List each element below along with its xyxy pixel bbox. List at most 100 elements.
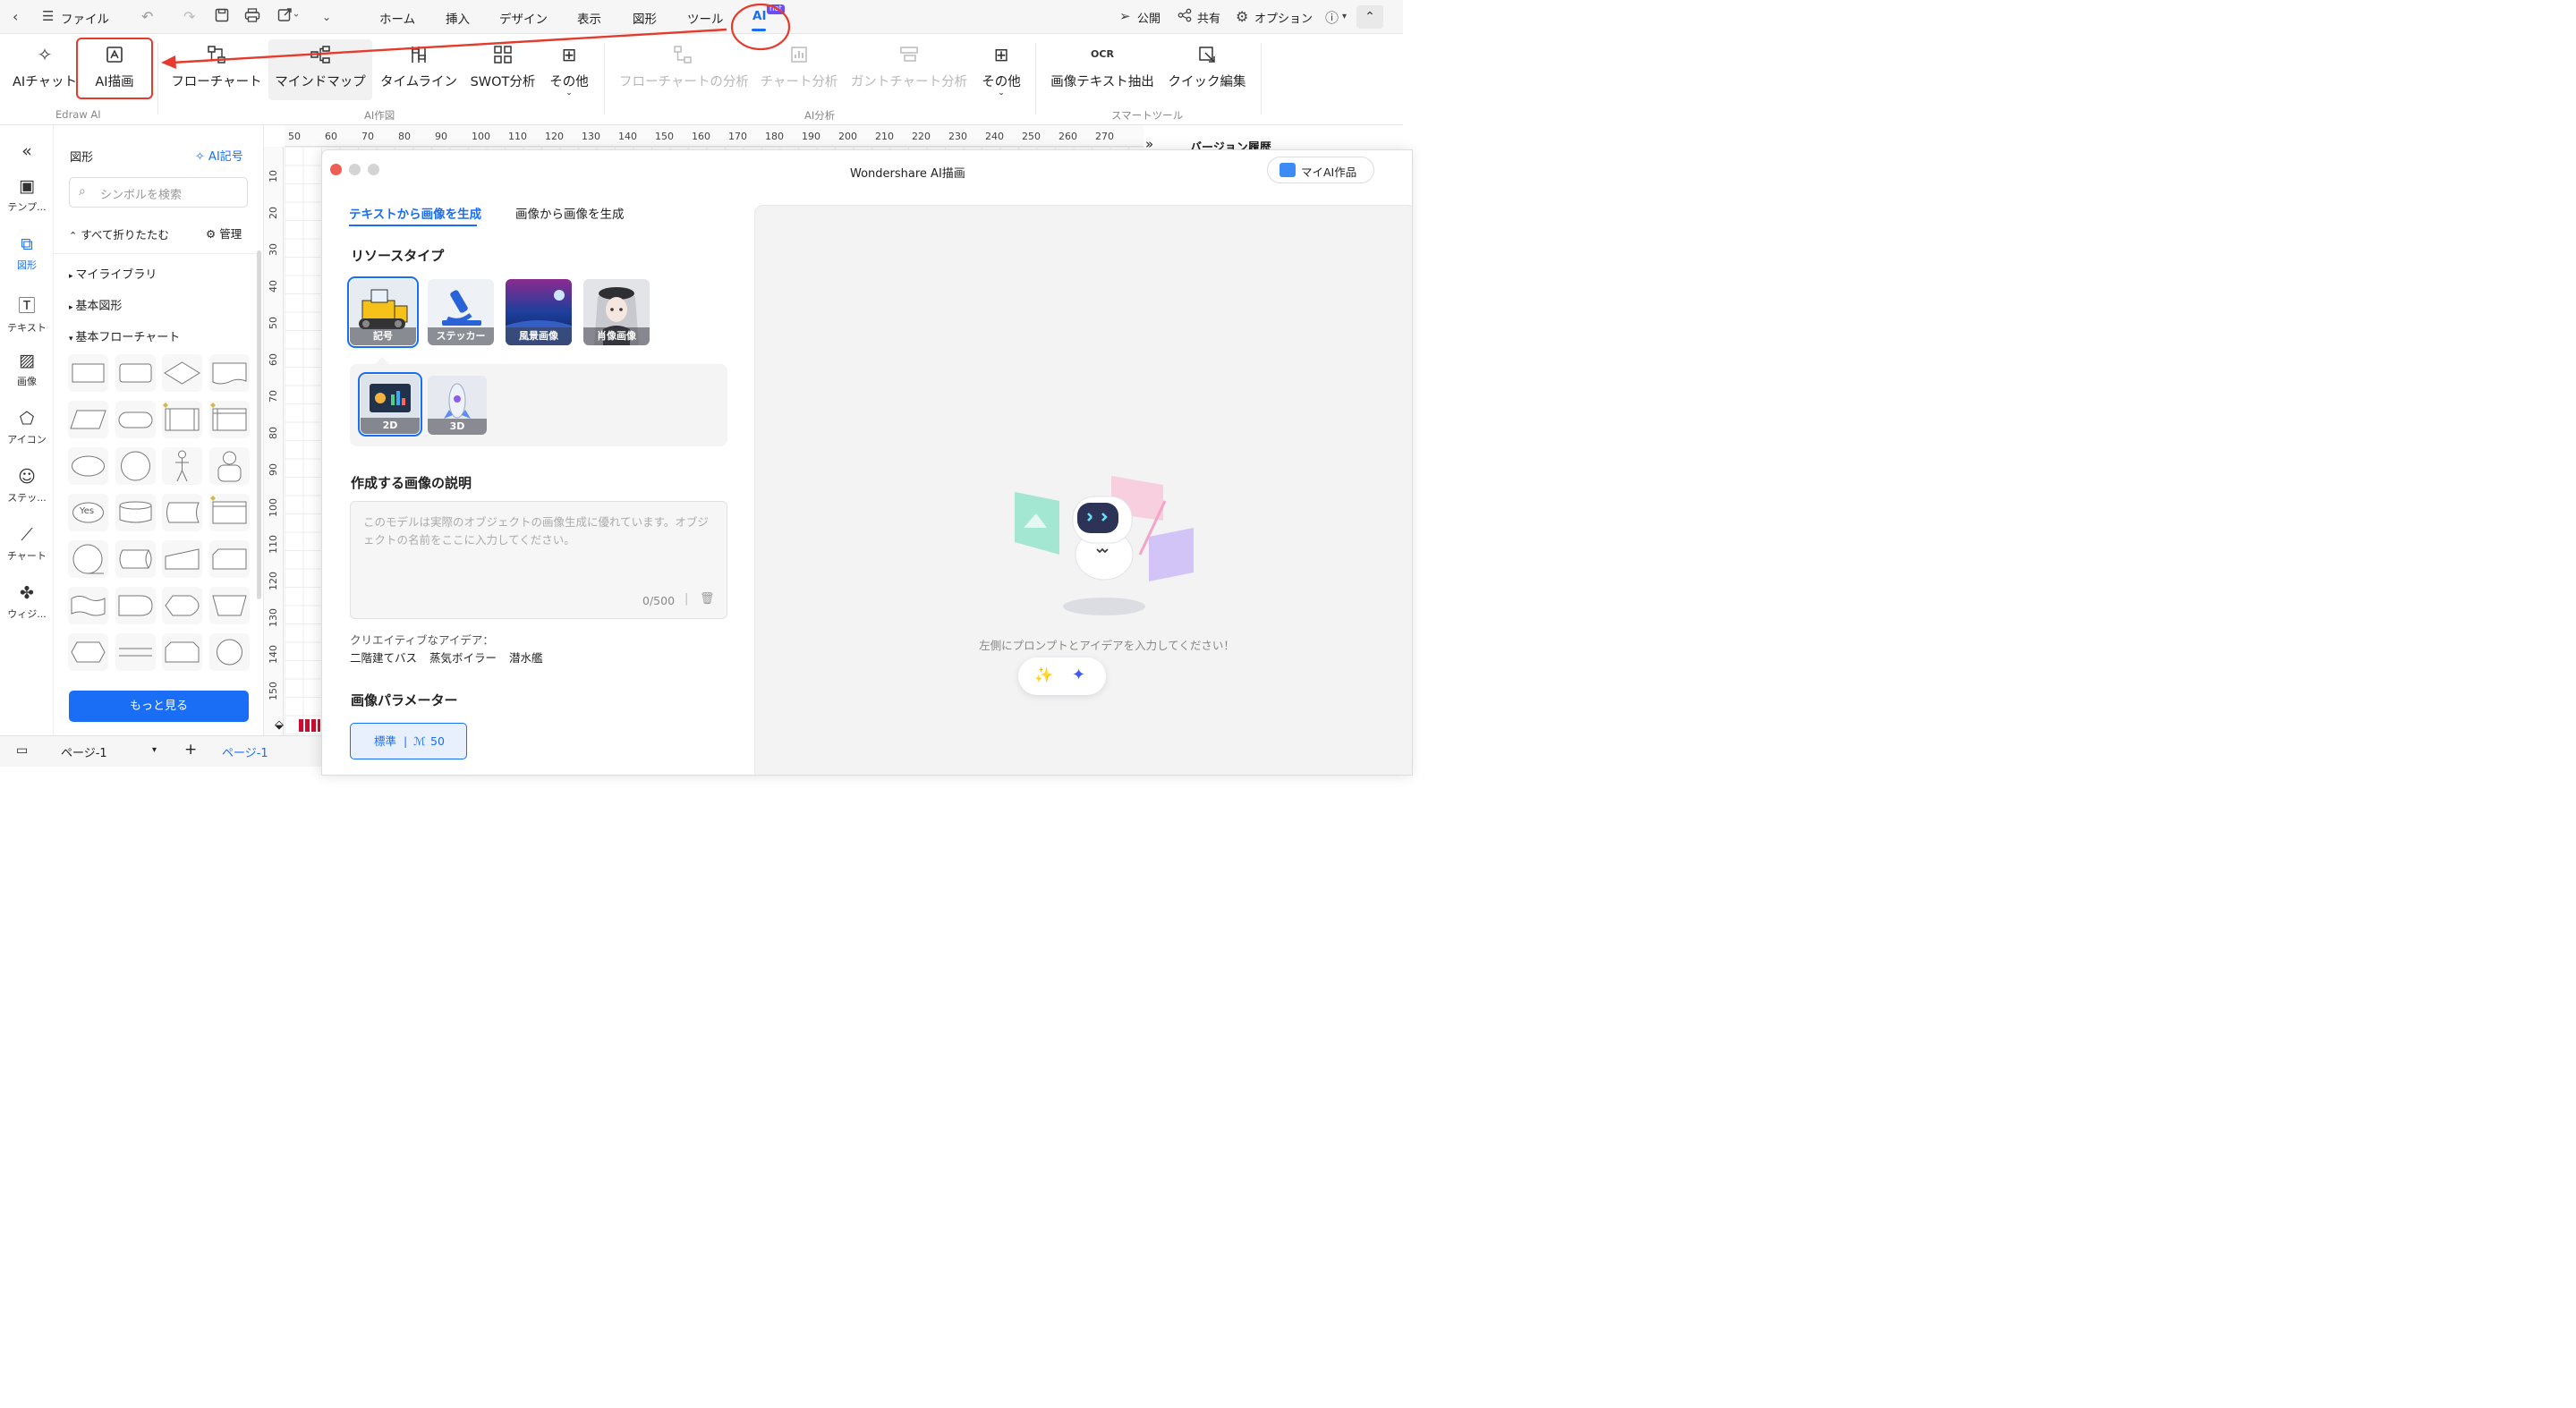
shape-display[interactable] xyxy=(162,587,202,624)
shape-delay[interactable] xyxy=(115,587,156,624)
shape-sequential-storage[interactable] xyxy=(68,540,108,578)
shape-actor[interactable] xyxy=(162,447,202,485)
resource-symbol[interactable]: 記号 xyxy=(347,276,419,348)
shape-data[interactable] xyxy=(68,401,108,438)
puzzle-icon: ✤ xyxy=(20,583,34,603)
description-textarea[interactable]: このモデルは実際のオブジェクトの画像生成に優れています。オブジェクトの名前をここ… xyxy=(350,501,727,619)
active-tab-underline xyxy=(349,225,477,226)
fill-bucket-icon[interactable]: ⬙ xyxy=(275,718,284,732)
text-icon: 🅃 xyxy=(18,296,36,316)
steps-icon: ℳ xyxy=(413,734,426,748)
resource-type-title: リソースタイプ xyxy=(351,248,445,264)
shape-library-panel: 図形 ✧ AI記号 ⌕ シンボルを検索 ⌃ すべて折りたたむ ⚙ 管理 ▸ マイ… xyxy=(54,125,264,735)
subtype-2d[interactable]: 2D xyxy=(358,372,422,437)
panel-scrollbar[interactable] xyxy=(257,250,261,599)
sidebar-item-icons[interactable]: ⬠ アイコン xyxy=(0,409,54,446)
tree-basic-flowchart[interactable]: ▾ 基本フローチャート xyxy=(69,327,180,344)
shape-yes-connector[interactable]: Yes xyxy=(68,494,108,531)
tree-my-library[interactable]: ▸ マイライブラリ xyxy=(69,265,157,282)
shape-manual-operation[interactable] xyxy=(209,587,250,624)
my-ai-works-button[interactable]: マイAI作品 xyxy=(1267,157,1374,183)
shape-preparation[interactable] xyxy=(68,633,108,671)
page-layout-icon[interactable]: ▭ xyxy=(16,743,28,758)
shape-tape[interactable] xyxy=(68,587,108,624)
collapse-sidebar-button[interactable]: « xyxy=(0,141,54,161)
shape-circle[interactable] xyxy=(115,447,156,485)
shape-parallel-mode[interactable] xyxy=(115,633,156,671)
shape-database[interactable] xyxy=(115,494,156,531)
shape-terminator[interactable] xyxy=(115,401,156,438)
tab-text-to-image[interactable]: テキストから画像を生成 xyxy=(349,204,481,222)
horizontal-ruler: 50 60 70 80 90 100 110 120 130 140 150 1… xyxy=(285,125,1143,147)
template-icon: ▣ xyxy=(19,176,35,196)
shape-ellipse[interactable] xyxy=(68,447,108,485)
symbol-search-input[interactable]: ⌕ シンボルを検索 xyxy=(69,177,248,208)
sidebar-item-widgets[interactable]: ✤ ウィジ... xyxy=(0,583,54,621)
divider: | xyxy=(684,592,689,606)
left-sidebar: « ▣ テンプ... ⧉ 図形 🅃 テキスト ▨ 画像 ⬠ アイコン ☺ ステッ… xyxy=(0,125,54,735)
resource-portrait[interactable]: 肖像画像 xyxy=(583,279,650,345)
magic-wand-icon[interactable]: ✨ xyxy=(1034,666,1053,684)
shape-decision[interactable] xyxy=(162,354,202,392)
sidebar-item-shapes[interactable]: ⧉ 図形 xyxy=(0,234,54,272)
image-icon: ▨ xyxy=(19,351,35,370)
shape-person[interactable] xyxy=(209,447,250,485)
caret-down-icon[interactable]: ▾ xyxy=(152,745,157,755)
subtype-3d[interactable]: 3D xyxy=(428,376,487,435)
image-gallery-icon xyxy=(1279,163,1296,177)
shape-loop-limit[interactable] xyxy=(162,633,202,671)
char-counter: 0/500 xyxy=(642,594,676,607)
sidebar-item-images[interactable]: ▨ 画像 xyxy=(0,351,54,388)
page-tab-1[interactable]: ページ-1 xyxy=(222,743,268,760)
creative-ideas-list: 二階建てバス 蒸気ボイラー 潜水艦 xyxy=(350,649,543,666)
quality-standard-button[interactable]: 標準 | ℳ 50 xyxy=(350,723,467,759)
sidebar-item-templates[interactable]: ▣ テンプ... xyxy=(0,176,54,214)
manage-button[interactable]: ⚙ 管理 xyxy=(206,225,242,242)
resource-sticker[interactable]: ステッカー xyxy=(428,279,494,345)
trash-icon[interactable]: 🗑 xyxy=(700,592,715,606)
color-palette-strip[interactable] xyxy=(299,719,320,732)
shape-internal-storage[interactable] xyxy=(209,401,250,438)
tree-basic-shapes[interactable]: ▸ 基本図形 xyxy=(69,296,122,313)
creative-ideas-label: クリエイティブなアイデア： xyxy=(350,633,494,647)
show-more-button[interactable]: もっと見る xyxy=(69,691,249,722)
ai-symbol-button[interactable]: ✧ AI記号 xyxy=(195,147,243,164)
preview-hint: 左側にプロンプトとアイデアを入力してください！ xyxy=(979,639,1235,652)
shape-document[interactable] xyxy=(209,354,250,392)
double-chevron-up-icon: ⌃ xyxy=(69,230,78,242)
sticker-icon: ☺ xyxy=(18,467,36,487)
tab-image-to-image[interactable]: 画像から画像を生成 xyxy=(515,204,625,222)
sparkle-icon: ✧ xyxy=(195,150,205,164)
resource-landscape[interactable]: 風景画像 xyxy=(506,279,572,345)
idea-chip[interactable]: 二階建てバス xyxy=(350,651,417,665)
close-window-button[interactable] xyxy=(330,164,342,175)
sidebar-item-text[interactable]: 🅃 テキスト xyxy=(0,293,54,335)
page-selector-dropdown[interactable]: ページ-1 xyxy=(61,743,107,760)
shape-direct-data[interactable] xyxy=(115,540,156,578)
shape-manual-input[interactable] xyxy=(162,540,202,578)
search-icon: ⌕ xyxy=(79,184,86,199)
shape-connector[interactable] xyxy=(209,633,250,671)
ai-drawing-dialog: Wondershare AI描画 マイAI作品 テキストから画像を生成 画像から… xyxy=(321,149,1413,776)
dialog-titlebar: Wondershare AI描画 マイAI作品 xyxy=(322,150,1412,190)
idea-chip[interactable]: 蒸気ボイラー xyxy=(429,651,497,665)
shape-rounded-rect[interactable] xyxy=(115,354,156,392)
maximize-window-button[interactable] xyxy=(368,164,379,175)
shape-predefined-process[interactable] xyxy=(162,401,202,438)
shape-stored-data[interactable] xyxy=(162,494,202,531)
add-page-icon[interactable]: + xyxy=(184,741,197,759)
shape-card-corner[interactable] xyxy=(209,540,250,578)
collapse-all-button[interactable]: ⌃ すべて折りたたむ xyxy=(69,225,169,242)
shapes-icon: ⧉ xyxy=(21,234,33,254)
shape-card[interactable] xyxy=(209,494,250,531)
sidebar-item-charts[interactable]: ⟋ チャート xyxy=(0,525,54,563)
description-title: 作成する画像の説明 xyxy=(351,475,472,491)
shape-process[interactable] xyxy=(68,354,108,392)
divider: | xyxy=(404,734,408,748)
sparkle-icon[interactable]: ✦ xyxy=(1072,666,1085,684)
sidebar-item-stickers[interactable]: ☺ ステッ... xyxy=(0,467,54,505)
preview-area: 左側にプロンプトとアイデアを入力してください！ ✨ ✦ xyxy=(754,205,1412,775)
idea-chip[interactable]: 潜水艦 xyxy=(509,651,543,665)
minimize-window-button[interactable] xyxy=(349,164,361,175)
robot-illustration xyxy=(1015,476,1194,615)
